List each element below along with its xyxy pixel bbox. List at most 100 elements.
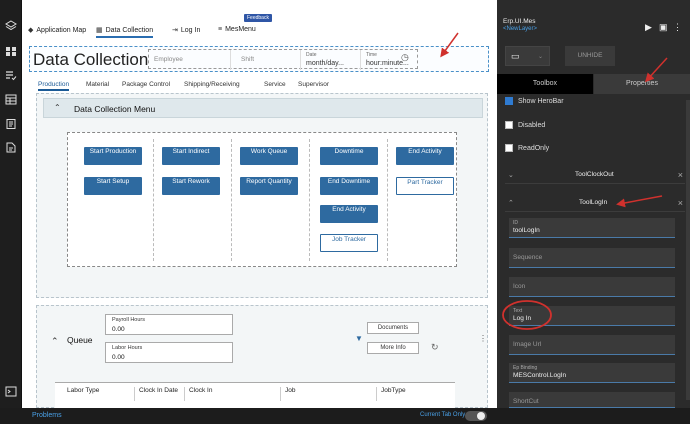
shortcut-field[interactable]: ShortCut [509,392,675,408]
labor-label: Labor Hours [112,345,143,351]
device-selector[interactable]: ▭ ⌄ [505,46,550,66]
menu-button[interactable]: Report Quantity [240,177,298,195]
chevron-up-icon[interactable]: ⌃ [508,199,514,207]
refresh-icon[interactable]: ↻ [431,342,439,353]
more-vertical-icon[interactable]: ⋮ [673,22,682,33]
menu-grid: Start Production Start Setup Start Indir… [67,132,457,267]
menu-button[interactable]: End Activity [320,205,378,223]
ep-binding-field[interactable]: Ep Binding MESControl.LogIn [509,363,675,383]
table-header[interactable]: JobType [377,387,447,401]
nav-log-in[interactable]: ⇥ Log In [172,26,201,35]
text-field[interactable]: Text Log In [509,306,675,326]
login-icon: ⇥ [172,27,178,34]
menu-button[interactable]: Job Tracker [320,234,378,252]
map-pin-icon: ◆ [28,27,34,34]
labor-value: 0.00 [112,354,125,361]
payroll-label: Payroll Hours [112,317,146,323]
filter-icon[interactable]: ▼ [355,334,363,343]
group-title: ToolClockOut [575,171,614,178]
tab-shipping-receiving[interactable]: Shipping/Receiving [184,81,240,88]
tab-service[interactable]: Service [264,81,286,88]
tab-properties[interactable]: Properties [594,74,690,94]
chevron-up-icon[interactable]: ⌃ [54,103,61,112]
clock-icon[interactable]: ◷ [401,52,409,63]
group-toolclockout[interactable]: ⌄ ToolClockOut × [505,168,685,184]
menu-button[interactable]: Start Production [84,147,142,165]
nav-label: Log In [180,26,201,34]
menu-button[interactable]: Start Indirect [162,147,220,165]
close-icon[interactable]: × [678,170,683,180]
more-vertical-icon[interactable]: ⋮ [479,334,487,343]
tab-toolbox[interactable]: Toolbox [497,74,593,94]
menu-column: End Activity Part Tracker [388,139,466,261]
menu-button[interactable]: Work Queue [240,147,298,165]
table-header[interactable]: Job [281,387,377,401]
terminal-icon[interactable] [5,386,17,397]
tab-supervisor[interactable]: Supervisor [298,81,329,88]
payroll-value: 0.00 [112,326,125,333]
hero-bar[interactable]: Data Collection Employee Shift Date month… [29,46,489,72]
layers-icon[interactable] [5,20,17,31]
field-value: MESControl.LogIn [513,372,567,379]
employee-field[interactable]: Employee [149,50,231,70]
clipboard-icon[interactable] [5,118,17,129]
table-header[interactable]: Clock In Date [135,387,185,401]
sequence-field[interactable]: Sequence [509,248,675,268]
panel-header[interactable]: ⌃ Data Collection Menu [43,98,483,118]
id-field[interactable]: ID toolLogIn [509,218,675,238]
scrollbar[interactable] [686,100,690,400]
current-tab-toggle[interactable] [465,411,487,421]
list-check-icon[interactable] [5,70,17,81]
chevron-down-icon[interactable]: ⌄ [508,171,514,179]
nav-application-map[interactable]: ◆ Application Map [28,26,86,35]
document-icon[interactable] [5,142,17,153]
play-icon[interactable]: ▶ [645,22,652,33]
time-label: Time [366,52,377,58]
table-header[interactable]: Clock In [185,387,281,401]
grid-icon[interactable] [5,46,17,57]
more-info-button[interactable]: More Info [367,342,419,354]
nav-mesmenu[interactable]: ≡ MesMenu [218,26,256,33]
documents-button[interactable]: Documents [367,322,419,334]
readonly-checkbox[interactable]: ReadOnly [505,144,549,152]
menu-button[interactable]: Start Rework [162,177,220,195]
show-herobar-checkbox[interactable]: Show HeroBar [505,97,564,105]
table-header[interactable]: Labor Type [63,387,135,401]
disabled-checkbox[interactable]: Disabled [505,121,545,129]
table-icon[interactable] [5,94,17,105]
menu-button[interactable]: Part Tracker [396,177,454,195]
menu-button[interactable]: End Activity [396,147,454,165]
problems-link[interactable]: Problems [32,412,62,419]
labor-hours-field[interactable]: Labor Hours 0.00 [105,342,233,363]
field-placeholder: Image Url [513,341,542,348]
tab-material[interactable]: Material [86,81,109,88]
chevron-up-icon[interactable]: ⌃ [51,336,59,347]
tab-package-control[interactable]: Package Control [122,81,170,88]
date-field[interactable]: Date month/day... [301,50,361,70]
time-field[interactable]: Time hour:minute... ◷ [361,50,418,70]
menu-column: Start Production Start Setup [76,139,154,261]
page-title: Data Collection [33,50,149,69]
field-value: Log In [513,315,532,322]
layer-name[interactable]: <NewLayer> [503,26,537,32]
unhide-button[interactable]: UNHIDE [565,46,615,66]
nav-data-collection[interactable]: ▦ Data Collection [96,26,154,38]
close-icon[interactable]: × [678,198,683,208]
menu-button[interactable]: Downtime [320,147,378,165]
save-icon[interactable]: ▣ [659,22,668,33]
checkbox-box[interactable] [505,144,513,152]
employee-placeholder: Employee [154,56,183,63]
feedback-button[interactable]: Feedback [244,14,272,22]
menu-button[interactable]: Start Setup [84,177,142,195]
nav-label: Data Collection [105,26,154,34]
payroll-hours-field[interactable]: Payroll Hours 0.00 [105,314,233,335]
menu-column: Downtime End Downtime End Activity Job T… [310,139,388,261]
menu-button[interactable]: End Downtime [320,177,378,195]
checkbox-box[interactable] [505,97,513,105]
group-toollogin[interactable]: ⌃ ToolLogIn × [505,196,685,212]
image-url-field[interactable]: Image Url [509,335,675,355]
shift-field[interactable]: Shift [231,50,301,70]
tab-production[interactable]: Production [38,81,70,91]
checkbox-box[interactable] [505,121,513,129]
icon-field[interactable]: Icon [509,277,675,297]
